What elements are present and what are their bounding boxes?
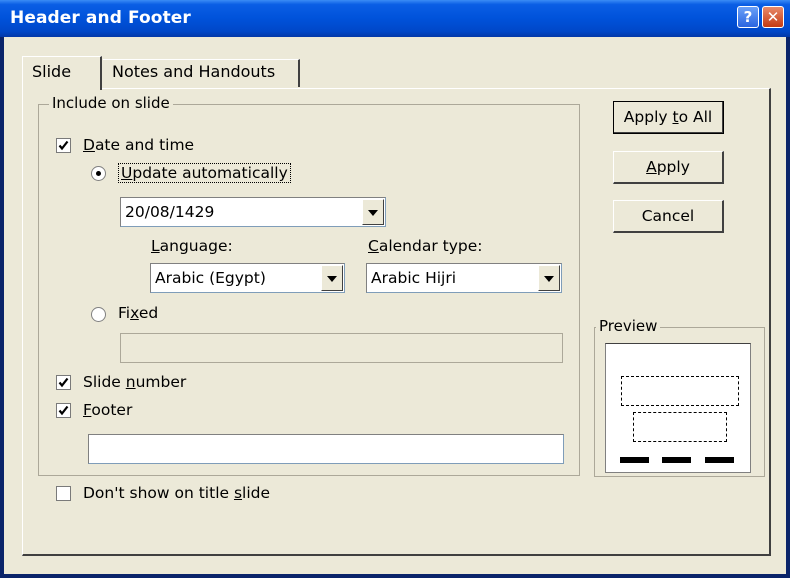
fixed-label[interactable]: Fixed [118,304,158,322]
fixed-radio[interactable] [91,307,106,322]
header-footer-dialog: Header and Footer ? ✕ Slide Notes and Ha… [0,0,790,578]
chevron-down-icon[interactable] [538,265,560,291]
footer-checkbox[interactable] [56,403,71,418]
close-button[interactable]: ✕ [762,6,784,28]
slide-number-label[interactable]: Slide number [83,373,186,391]
preview-body-placeholder [633,412,727,442]
footer-label[interactable]: Footer [83,401,132,419]
dont-show-title-checkbox[interactable] [56,486,71,501]
tab-notes-label: Notes and Handouts [112,62,276,81]
dialog-title: Header and Footer [10,8,191,28]
apply-to-all-button[interactable]: Apply to All [613,101,724,134]
date-time-label[interactable]: Date and time [83,136,194,154]
date-time-checkbox[interactable] [56,138,71,153]
help-icon: ? [743,8,753,26]
preview-title-placeholder [621,376,739,406]
chevron-down-icon[interactable] [362,199,384,225]
calendar-type-value: Arabic Hijri [371,269,457,287]
radio-dot-icon [96,171,101,176]
close-icon: ✕ [766,8,780,26]
fixed-date-input[interactable] [120,333,563,363]
footer-input[interactable] [88,434,564,464]
preview-number-bar [705,457,734,463]
update-automatically-label[interactable]: Update automatically [118,163,291,183]
language-value: Arabic (Egypt) [155,269,266,287]
help-button[interactable]: ? [737,6,759,28]
language-label: Language: [151,237,233,255]
preview-legend: Preview [596,317,661,335]
checkmark-icon [58,405,69,416]
slide-number-checkbox[interactable] [56,375,71,390]
tab-slide-label: Slide [32,62,72,81]
calendar-type-combo[interactable]: Arabic Hijri [366,263,562,293]
include-on-slide-legend: Include on slide [49,94,173,112]
checkmark-icon [58,377,69,388]
cancel-button[interactable]: Cancel [613,200,724,233]
preview-date-bar [620,457,649,463]
update-automatically-radio[interactable] [91,166,106,181]
tab-notes-handouts[interactable]: Notes and Handouts [103,59,300,87]
title-bar[interactable]: Header and Footer ? ✕ [0,0,790,37]
language-combo[interactable]: Arabic (Egypt) [150,263,345,293]
preview-footer-bar [662,457,691,463]
date-format-combo[interactable]: 20/08/1429 [120,197,386,227]
calendar-type-label: Calendar type: [368,237,483,255]
dont-show-title-label[interactable]: Don't show on title slide [83,484,270,502]
chevron-down-icon[interactable] [321,265,343,291]
apply-button[interactable]: Apply [613,151,724,184]
dialog-body: Slide Notes and Handouts Include on slid… [4,37,786,574]
date-format-value: 20/08/1429 [125,203,215,221]
checkmark-icon [58,140,69,151]
preview-slide-thumbnail [605,343,751,473]
tab-slide[interactable]: Slide [22,56,102,90]
